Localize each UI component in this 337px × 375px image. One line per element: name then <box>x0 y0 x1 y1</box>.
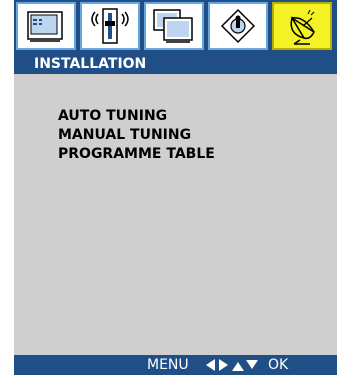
tab-sound[interactable] <box>80 2 140 50</box>
tab-picture[interactable] <box>16 2 76 50</box>
multi-screen-icon <box>153 9 193 43</box>
osd-menu: INSTALLATION AUTO TUNING MANUAL TUNING P… <box>14 0 337 375</box>
tab-features[interactable] <box>144 2 204 50</box>
menu-item-manual-tuning[interactable]: MANUAL TUNING <box>58 126 191 144</box>
audio-control-icon <box>91 8 129 44</box>
menu-panel: AUTO TUNING MANUAL TUNING PROGRAMME TABL… <box>14 74 337 355</box>
menu-item-auto-tuning[interactable]: AUTO TUNING <box>58 107 167 125</box>
ok-hint-label: OK <box>268 357 289 373</box>
menu-item-programme-table[interactable]: PROGRAMME TABLE <box>58 145 215 163</box>
tab-games[interactable] <box>208 2 268 50</box>
joystick-icon <box>220 8 256 44</box>
arrows-icon <box>206 359 258 371</box>
page-title: INSTALLATION <box>14 54 337 74</box>
tv-screen-icon <box>27 11 63 42</box>
menu-hint-label: MENU <box>147 357 189 373</box>
tab-installation[interactable] <box>272 2 332 50</box>
footer-bar: MENU OK <box>14 355 337 375</box>
satellite-dish-icon <box>290 9 315 45</box>
tab-bar <box>14 0 337 54</box>
